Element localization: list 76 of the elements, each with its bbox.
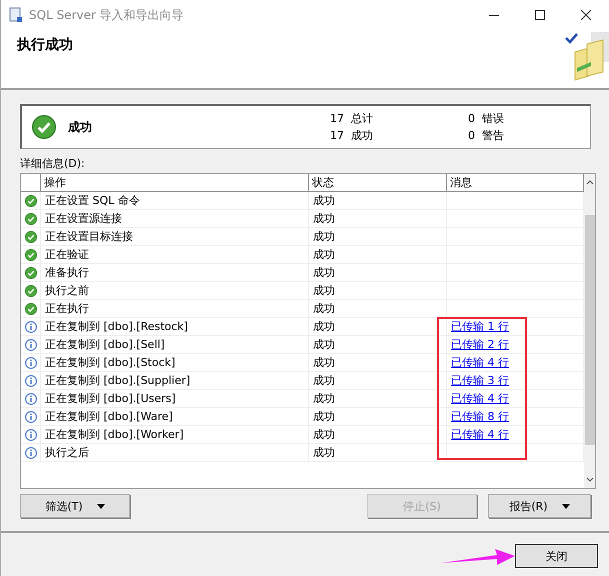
info-icon <box>24 410 36 422</box>
table-cell: 正在复制到 [dbo].[Stock] <box>41 354 309 371</box>
caret-icon <box>562 504 570 508</box>
table-cell: 执行之后 <box>41 444 309 461</box>
details-label: 详细信息(D): <box>20 156 86 171</box>
table-cell: 正在复制到 [dbo].[Restock] <box>41 318 309 335</box>
table-cell: 正在执行 <box>41 300 309 317</box>
column-header[interactable]: 操作 <box>41 174 309 192</box>
message-link[interactable]: 已传输 4 行 <box>451 392 509 405</box>
table-cell: 成功 <box>309 444 447 461</box>
minimize-icon[interactable] <box>489 14 499 16</box>
info-icon <box>24 356 36 368</box>
message-link[interactable]: 已传输 3 行 <box>451 374 509 387</box>
table-cell: 正在设置 SQL 命令 <box>41 192 309 209</box>
info-icon <box>24 338 36 350</box>
success-icon <box>24 302 36 314</box>
caret-icon <box>96 504 105 508</box>
summary-stat: 17 总计 <box>330 111 374 126</box>
summary-status: 成功 <box>68 118 93 136</box>
page-title: 执行成功 <box>17 36 73 55</box>
success-icon <box>24 284 36 296</box>
scroll-down-icon[interactable] <box>586 477 594 483</box>
table-cell: 成功 <box>309 336 447 353</box>
summary-stat: 0 警告 <box>468 128 505 143</box>
column-header[interactable]: 消息 <box>447 174 584 192</box>
success-icon <box>24 248 36 260</box>
table-cell: 正在设置目标连接 <box>41 228 309 245</box>
table-cell: 正在复制到 [dbo].[Worker] <box>41 426 309 443</box>
table-cell: 成功 <box>309 426 447 443</box>
table-cell: 执行之前 <box>41 282 309 299</box>
table-cell: 成功 <box>309 192 447 209</box>
table-cell: 正在复制到 [dbo].[Ware] <box>41 408 309 425</box>
info-icon <box>24 392 36 404</box>
action-button[interactable]: 报告(R) <box>488 494 591 518</box>
table-cell: 正在复制到 [dbo].[Users] <box>41 390 309 407</box>
message-link[interactable]: 已传输 4 行 <box>451 356 509 369</box>
table-cell: 成功 <box>309 210 447 227</box>
table-cell: 成功 <box>309 408 447 425</box>
info-icon <box>24 446 36 458</box>
table-cell: 正在设置源连接 <box>41 210 309 227</box>
summary-stat: 0 错误 <box>468 111 505 126</box>
success-icon <box>24 266 36 278</box>
table-cell: 成功 <box>309 390 447 407</box>
message-link[interactable]: 已传输 2 行 <box>451 338 509 351</box>
success-icon <box>24 212 36 224</box>
table-cell: 正在验证 <box>41 246 309 263</box>
table-cell: 成功 <box>309 300 447 317</box>
info-icon <box>24 428 36 440</box>
maximize-icon[interactable] <box>535 10 545 20</box>
close-icon[interactable] <box>581 10 591 20</box>
column-header[interactable]: 状态 <box>309 174 447 192</box>
summary-stat: 17 成功 <box>330 128 374 143</box>
table-cell: 正在复制到 [dbo].[Supplier] <box>41 372 309 389</box>
success-icon <box>32 115 56 139</box>
table-cell: 成功 <box>309 228 447 245</box>
info-icon <box>24 320 36 332</box>
window-title: SQL Server 导入和导出向导 <box>29 6 185 24</box>
table-cell: 成功 <box>309 372 447 389</box>
scrollbar[interactable] <box>584 174 595 488</box>
table-cell: 成功 <box>309 264 447 281</box>
message-link[interactable]: 已传输 1 行 <box>451 320 509 333</box>
table-cell: 成功 <box>309 246 447 263</box>
info-icon <box>24 374 36 386</box>
message-link[interactable]: 已传输 4 行 <box>451 428 509 441</box>
table-cell: 准备执行 <box>41 264 309 281</box>
action-button[interactable]: 筛选(T) <box>20 494 130 518</box>
scroll-up-icon[interactable] <box>586 179 594 185</box>
close-button[interactable]: 关闭 <box>515 544 598 568</box>
table-cell: 成功 <box>309 318 447 335</box>
table-cell: 成功 <box>309 354 447 371</box>
table-cell: 成功 <box>309 282 447 299</box>
success-icon <box>24 194 36 206</box>
message-link[interactable]: 已传输 8 行 <box>451 410 509 423</box>
success-icon <box>24 230 36 242</box>
table-cell: 正在复制到 [dbo].[Sell] <box>41 336 309 353</box>
app-icon <box>9 7 23 23</box>
